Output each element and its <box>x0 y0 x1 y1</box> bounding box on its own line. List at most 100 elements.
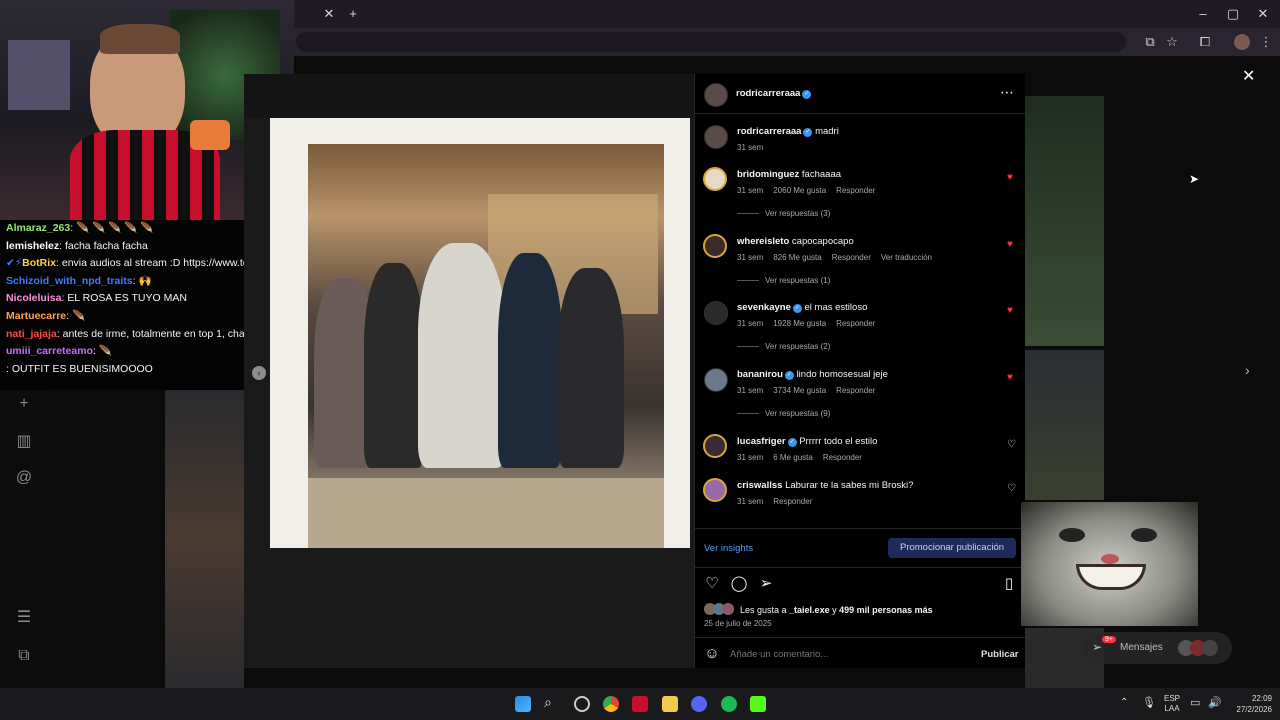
post-image-top <box>244 74 694 118</box>
view-replies-button[interactable]: Ver respuestas (3) <box>737 209 830 218</box>
photo-floor <box>308 478 664 548</box>
share-send-icon[interactable]: ➢ <box>757 575 775 593</box>
heart-filled-icon[interactable]: ♥ <box>1007 372 1013 383</box>
comment-text: lucasfriger ✓ Prrrrr todo el estilo <box>737 436 878 447</box>
app-icon[interactable] <box>632 696 648 712</box>
photo-person <box>558 268 624 468</box>
chrome-icon[interactable] <box>603 696 619 712</box>
meme-cat-overlay <box>1021 502 1198 626</box>
save-bookmark-icon[interactable]: ▯ <box>1000 575 1018 593</box>
background-thumbnail <box>165 390 244 688</box>
comment-avatar[interactable] <box>703 478 727 502</box>
bookmark-star-icon[interactable]: ☆ <box>1160 28 1184 56</box>
reply-button[interactable]: Responder <box>836 386 875 395</box>
view-replies-button[interactable]: Ver respuestas (1) <box>737 276 830 285</box>
promote-post-button[interactable]: Promocionar publicación <box>888 538 1016 558</box>
profile-avatar[interactable] <box>1234 34 1250 50</box>
view-replies-button[interactable]: Ver respuestas (2) <box>737 342 830 351</box>
comment-text: whereisleto capocapocapo <box>737 236 854 247</box>
comment-likes[interactable]: 3734 Me gusta <box>773 386 826 395</box>
next-post-icon[interactable]: › <box>1245 362 1250 378</box>
spotify-icon[interactable] <box>721 696 737 712</box>
comment-avatar[interactable] <box>703 434 727 458</box>
kick-icon[interactable] <box>750 696 766 712</box>
clock[interactable]: 22:09 27/2/2026 <box>1234 693 1272 715</box>
liker-avatars <box>704 603 738 615</box>
caption: rodricarreraaa ✓ madri <box>737 126 839 137</box>
verified-badge-icon: ✓ <box>792 304 802 313</box>
comment-bubble-icon[interactable]: ◯ <box>730 575 748 593</box>
heart-outline-icon[interactable]: ♡ <box>1007 439 1016 450</box>
network-icon[interactable]: ▭ <box>1190 696 1200 709</box>
meta-apps-icon[interactable]: ⧉ <box>14 646 34 666</box>
sidebar-rail: + ▥ @ ☰ ⧉ <box>0 390 48 688</box>
threads-icon[interactable]: @ <box>14 468 34 488</box>
view-insights-link[interactable]: Ver insights <box>704 543 753 554</box>
microphone <box>190 120 230 150</box>
comment-meta: 31 sem 2060 Me gusta Responder <box>737 186 876 195</box>
close-modal-icon[interactable]: ✕ <box>1242 66 1255 86</box>
previous-photo-icon[interactable]: ‹ <box>252 366 266 380</box>
messages-button[interactable]: ➢ 9+ Mensajes <box>1082 632 1232 664</box>
comment-meta: 31 sem 3734 Me gusta Responder <box>737 386 876 395</box>
search-icon[interactable]: ⌕ <box>544 694 552 711</box>
publish-button[interactable]: Publicar <box>981 649 1019 660</box>
comment-likes[interactable]: 6 Me gusta <box>773 453 813 462</box>
heart-filled-icon[interactable]: ♥ <box>1007 305 1013 316</box>
mouse-cursor: ➤ <box>1189 172 1200 186</box>
comment-meta: 31 sem 826 Me gusta Responder Ver traducció… <box>737 253 932 262</box>
insights-chart-icon[interactable]: ▥ <box>14 432 34 452</box>
reply-button[interactable]: Responder <box>773 497 812 506</box>
polaroid-photo <box>308 144 664 548</box>
comment-avatar[interactable] <box>704 368 728 392</box>
author-username[interactable]: rodricarreraaa ✓ <box>736 88 812 99</box>
reply-button[interactable]: Responder <box>836 319 875 328</box>
address-field[interactable] <box>296 32 1126 52</box>
like-heart-icon[interactable]: ♡ <box>703 575 721 593</box>
microphone-icon[interactable]: 🎙 <box>1142 696 1156 709</box>
heart-outline-icon[interactable]: ♡ <box>1007 483 1016 494</box>
start-windows-icon[interactable] <box>515 696 531 712</box>
background-thumbnail <box>1025 350 1104 500</box>
author-avatar[interactable] <box>704 83 728 107</box>
comment-avatar[interactable] <box>704 301 728 325</box>
verified-badge-icon: ✓ <box>784 371 794 380</box>
view-replies-button[interactable]: Ver respuestas (9) <box>737 409 830 418</box>
emoji-smile-icon[interactable]: ☺ <box>703 645 721 663</box>
more-options-icon[interactable]: ⋯ <box>1000 84 1014 101</box>
reply-button[interactable]: Responder <box>823 453 862 462</box>
close-window-button[interactable]: ✕ <box>1248 0 1278 28</box>
create-plus-icon[interactable]: + <box>14 394 34 414</box>
more-menu-icon[interactable]: ☰ <box>14 608 34 628</box>
tray-chevron-icon[interactable]: ⌃ <box>1120 697 1128 708</box>
comment-likes[interactable]: 826 Me gusta <box>773 253 821 262</box>
reply-button[interactable]: Responder <box>836 186 875 195</box>
comment-text: bananirou ✓ lindo homosesual jeje <box>737 369 888 380</box>
file-explorer-icon[interactable] <box>662 696 678 712</box>
comment-likes[interactable]: 1928 Me gusta <box>773 319 826 328</box>
heart-filled-icon[interactable]: ♥ <box>1007 239 1013 250</box>
menu-kebab-icon[interactable]: ⋮ <box>1254 28 1278 56</box>
messages-label: Mensajes <box>1120 642 1163 653</box>
cast-icon[interactable]: ⧉ <box>1138 28 1162 56</box>
language-indicator[interactable]: ESP LAA <box>1164 694 1180 714</box>
steam-icon[interactable] <box>574 696 590 712</box>
comment-avatar[interactable] <box>703 234 727 258</box>
extensions-icon[interactable]: ⧠ <box>1193 28 1217 56</box>
comment-likes[interactable]: 2060 Me gusta <box>773 186 826 195</box>
maximize-button[interactable]: ▢ <box>1218 0 1248 28</box>
translate-button[interactable]: Ver traducción <box>881 253 932 262</box>
likes-summary[interactable]: Les gusta a _taiel.exe y 499 mil persona… <box>740 605 933 615</box>
verified-badge-icon: ✓ <box>787 438 797 447</box>
comment-input[interactable] <box>730 646 970 662</box>
new-tab-icon[interactable]: + <box>338 0 368 28</box>
volume-icon[interactable]: 🔊 <box>1208 696 1222 709</box>
discord-icon[interactable] <box>691 696 707 712</box>
caption-avatar[interactable] <box>704 125 728 149</box>
reply-button[interactable]: Responder <box>832 253 871 262</box>
comment-text: criswallss Laburar te la sabes mi Broski… <box>737 480 914 491</box>
photo-person <box>364 263 424 468</box>
heart-filled-icon[interactable]: ♥ <box>1007 172 1013 183</box>
comment-avatar[interactable] <box>703 167 727 191</box>
minimize-button[interactable]: – <box>1188 0 1218 28</box>
